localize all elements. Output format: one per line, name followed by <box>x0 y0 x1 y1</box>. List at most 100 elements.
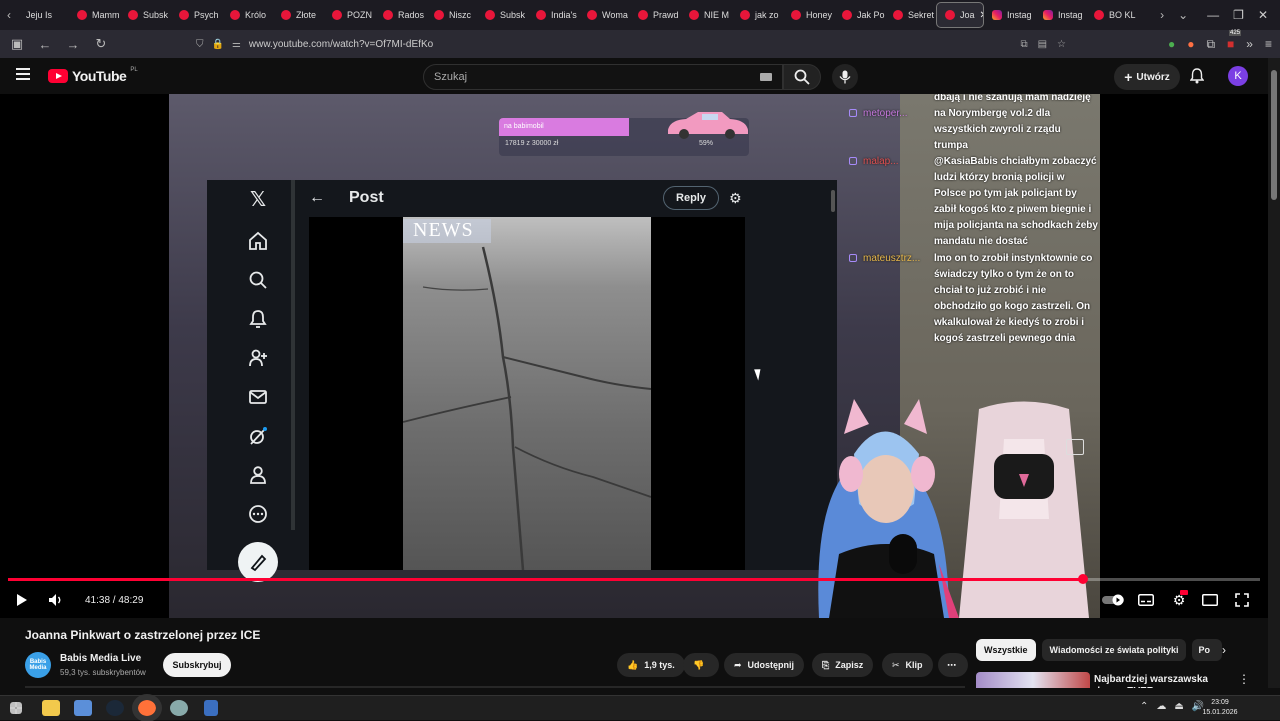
subscribe-button[interactable]: Subskrybuj <box>163 653 231 677</box>
picture-in-picture-icon[interactable] <box>1066 439 1084 455</box>
voice-search-mic-icon[interactable] <box>832 64 858 90</box>
browser-tab[interactable]: Honey <box>783 0 834 30</box>
reader-icon[interactable]: ▤ <box>1038 39 1047 50</box>
steam-alt-icon[interactable] <box>170 700 188 716</box>
reload-icon[interactable]: ↻ <box>92 36 110 52</box>
browser-tab[interactable]: Niszc <box>426 0 477 30</box>
tab-scroll-left-icon[interactable]: ‹ <box>0 8 18 22</box>
permissions-icon[interactable]: ⚌ <box>232 39 241 50</box>
page-scrollbar[interactable] <box>1268 58 1280 688</box>
recommended-video[interactable]: Najbardziej warszawska drama EVER ⋮ <box>976 672 1258 688</box>
browser-tab[interactable]: jak zo <box>732 0 783 30</box>
account-avatar[interactable]: K <box>1228 66 1248 86</box>
lock-icon[interactable]: 🔒 <box>212 39 224 50</box>
scrollbar-thumb[interactable] <box>1271 70 1277 200</box>
progress-bar[interactable] <box>8 574 1260 584</box>
file-explorer-icon[interactable] <box>42 700 60 716</box>
grok-icon[interactable] <box>247 425 269 447</box>
autoplay-toggle[interactable] <box>1102 588 1124 612</box>
extension-fox-icon[interactable]: ● <box>1187 37 1194 51</box>
minimize-icon[interactable]: — <box>1207 8 1219 22</box>
pip-icon[interactable]: ⧉ <box>1020 39 1027 50</box>
close-window-icon[interactable]: ✕ <box>1258 8 1268 22</box>
browser-tab[interactable]: Psych <box>171 0 222 30</box>
follow-icon[interactable] <box>247 347 269 369</box>
search-input[interactable]: Szukaj <box>423 64 783 90</box>
keyboard-icon[interactable] <box>760 73 772 81</box>
settings-gear-icon[interactable]: ⚙ <box>1170 588 1188 612</box>
sidebar-toggle-icon[interactable]: ▣ <box>8 36 26 52</box>
browser-tab[interactable]: POZN <box>324 0 375 30</box>
guide-menu-icon[interactable] <box>16 68 30 80</box>
control-panel-icon[interactable] <box>74 700 92 716</box>
address-bar[interactable]: ⛉ 🔒 ⚌ www.youtube.com/watch?v=Of7MI-dEfK… <box>196 33 1066 55</box>
compose-post-icon[interactable] <box>238 542 278 582</box>
channel-name[interactable]: Babis Media Live <box>60 653 141 664</box>
browser-tab[interactable]: Instag <box>984 0 1035 30</box>
browser-tab[interactable]: Prawd <box>630 0 681 30</box>
dislike-button[interactable]: 👎 <box>683 653 719 677</box>
browser-tab[interactable]: Sekret <box>885 0 936 30</box>
back-arrow-icon[interactable]: ← <box>309 189 349 207</box>
settings-sliders-icon[interactable]: ⚙ <box>729 190 742 207</box>
show-desktop[interactable] <box>1272 696 1280 721</box>
windows-start-icon[interactable] <box>10 702 22 714</box>
play-button[interactable] <box>14 588 30 612</box>
video-frame[interactable]: na babimobil 17819 z 30000 zł 59% 𝕏 ← Po… <box>169 94 1100 618</box>
more-actions-button[interactable]: ⋯ <box>938 653 968 677</box>
notifications-bell-icon[interactable] <box>1189 68 1205 87</box>
tray-chevron-icon[interactable]: ⌃ <box>1140 701 1148 712</box>
restore-icon[interactable]: ❐ <box>1233 8 1244 22</box>
extensions-icon[interactable]: ⧉ <box>1206 37 1215 52</box>
browser-tab[interactable]: Woma <box>579 0 630 30</box>
browser-tab[interactable]: Instag <box>1035 0 1086 30</box>
tab-scroll-right-icon[interactable]: › <box>1153 8 1171 22</box>
fullscreen-icon[interactable] <box>1234 588 1250 612</box>
back-icon[interactable]: ← <box>36 37 54 52</box>
bookmark-star-icon[interactable]: ☆ <box>1057 39 1066 50</box>
browser-tab[interactable]: BO KL <box>1086 0 1137 30</box>
chip-next-chevron-icon[interactable]: › <box>1222 643 1226 657</box>
more-options-icon[interactable] <box>247 503 269 525</box>
extension-globe-icon[interactable]: ● <box>1168 37 1175 51</box>
explore-search-icon[interactable] <box>247 269 269 291</box>
like-button[interactable]: 👍 1,9 tys. <box>617 653 685 677</box>
app-menu-icon[interactable]: ≡ <box>1265 37 1272 51</box>
video-player[interactable]: na babimobil 17819 z 30000 zł 59% 𝕏 ← Po… <box>0 94 1268 618</box>
home-icon[interactable] <box>247 230 269 252</box>
tab-list-chevron-icon[interactable]: ⌄ <box>1171 8 1195 22</box>
browser-tab[interactable]: Subsk <box>477 0 528 30</box>
browser-tab[interactable]: Jeju Is <box>18 0 69 30</box>
browser-tab[interactable]: Królo <box>222 0 273 30</box>
shield-icon[interactable]: ⛉ <box>196 39 204 50</box>
browser-tab[interactable]: Mamm <box>69 0 120 30</box>
messages-icon[interactable] <box>247 386 269 408</box>
ublock-icon[interactable]: ■ 425 <box>1227 30 1242 51</box>
share-button[interactable]: ➦ Udostępnij <box>724 653 805 677</box>
subtitles-icon[interactable] <box>1138 588 1154 612</box>
x-scrollbar[interactable] <box>831 190 835 212</box>
recommended-thumbnail[interactable] <box>976 672 1090 688</box>
channel-avatar[interactable]: Babis Media <box>25 652 51 678</box>
create-button[interactable]: + Utwórz <box>1114 64 1180 90</box>
recommended-more-icon[interactable]: ⋮ <box>1238 672 1250 686</box>
chip-world-politics[interactable]: Wiadomości ze świata polityki <box>1041 639 1187 661</box>
browser-tab[interactable]: Rados <box>375 0 426 30</box>
theater-mode-icon[interactable] <box>1202 588 1218 612</box>
usb-icon[interactable]: ⏏ <box>1174 701 1183 712</box>
chip-all[interactable]: Wszystkie <box>976 639 1036 661</box>
browser-tab[interactable]: Jak Po <box>834 0 885 30</box>
search-button[interactable] <box>783 64 821 90</box>
clip-button[interactable]: ✂ Klip <box>882 653 933 677</box>
chip-partial[interactable]: Po <box>1192 639 1223 661</box>
reply-button[interactable]: Reply <box>663 186 719 210</box>
notifications-icon[interactable] <box>247 308 269 330</box>
x-post-media[interactable]: NEWS <box>309 217 745 570</box>
calculator-icon[interactable] <box>204 700 218 716</box>
overflow-chevron-icon[interactable]: » <box>1246 37 1253 51</box>
browser-tab[interactable]: Subsk <box>120 0 171 30</box>
firefox-icon[interactable] <box>132 694 162 721</box>
youtube-logo[interactable]: YouTube PL <box>48 67 138 84</box>
recommended-title[interactable]: Najbardziej warszawska drama EVER <box>1094 674 1234 688</box>
profile-icon[interactable] <box>247 464 269 486</box>
